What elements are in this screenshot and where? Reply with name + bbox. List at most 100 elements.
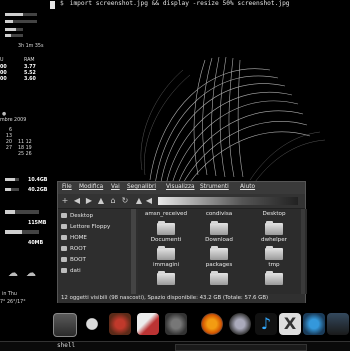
proc-ram-1: 3.77 xyxy=(24,65,36,70)
menu-file[interactable]: File xyxy=(62,184,72,190)
proc-cpu-2: 00 xyxy=(0,71,7,76)
file-view: amsn_received condivisa Desktop Document… xyxy=(138,209,307,294)
cpu-bar-2-fill xyxy=(5,20,13,23)
status-bar: 12 oggetti visibili (98 nascosti), Spazi… xyxy=(58,294,305,303)
up-icon[interactable]: ▲ xyxy=(96,196,106,206)
sidebar-item-label: Desktop xyxy=(70,213,94,219)
sidebar-item-label: BOOT xyxy=(70,257,86,263)
weather-temps: 7° 26°/17° xyxy=(0,300,26,305)
screen-icon[interactable] xyxy=(53,313,77,337)
file-label: Desktop xyxy=(262,211,286,217)
mem1-usage: 115MB xyxy=(28,221,47,226)
up-folder-icon[interactable]: ▲ xyxy=(134,196,144,206)
net-graph-1-fill xyxy=(5,210,16,214)
menu-strumenti[interactable]: Strumenti xyxy=(200,184,229,190)
alien-icon[interactable] xyxy=(81,313,103,335)
swap-bar xyxy=(5,34,23,37)
disk1-usage: 10.4GB xyxy=(28,178,48,183)
net-graph-2 xyxy=(5,230,39,234)
folder-item[interactable] xyxy=(140,271,192,287)
sidebar-item-home[interactable]: HOME xyxy=(61,235,87,244)
folder-icon xyxy=(265,246,283,260)
sidebar-item-dati[interactable]: dati xyxy=(61,268,81,277)
weather-icon-2: ☁ xyxy=(26,268,36,279)
swap-bar-fill xyxy=(5,34,12,37)
music-icon[interactable]: ♪ xyxy=(255,313,277,335)
menu-modifica[interactable]: Modifica xyxy=(79,184,103,190)
folder-icon xyxy=(265,271,283,285)
gear-icon[interactable] xyxy=(165,313,187,335)
folder-label: tmp xyxy=(268,262,280,268)
folder-icon xyxy=(157,221,175,235)
folder-item[interactable]: Download xyxy=(193,221,245,243)
terminal-cursor xyxy=(50,1,55,9)
globe-icon[interactable] xyxy=(229,313,251,335)
folder-item[interactable]: tmp xyxy=(248,246,300,268)
folder-item[interactable]: Documenti xyxy=(140,221,192,243)
menu-visualizza[interactable]: Visualizza xyxy=(166,184,195,190)
mem2-usage: 40MB xyxy=(28,241,44,246)
uptime: 3h 1m 35s xyxy=(18,44,44,49)
folder-icon xyxy=(157,246,175,260)
terminal-prompt: $ xyxy=(60,0,64,7)
calendar-week-a: 11 12 xyxy=(18,140,32,145)
file-item[interactable]: amsn_received xyxy=(140,211,192,217)
folder-item[interactable] xyxy=(248,271,300,287)
folder-label: immagini xyxy=(152,262,180,268)
toolbar: + ◀ ▶ ▲ ⌂ ↻ ▲ ◀ xyxy=(58,194,305,209)
tools-icon[interactable] xyxy=(303,313,325,335)
home-icon[interactable]: ⌂ xyxy=(108,196,118,206)
folder-label: Documenti xyxy=(150,237,182,243)
ram-header: RAM xyxy=(24,58,35,63)
drive-icon xyxy=(61,257,67,262)
menu-segnalibri[interactable]: Segnalibri xyxy=(127,184,156,190)
location-bar[interactable] xyxy=(158,197,298,205)
sidebar: Desktop Lettore Floppy HOME ROOT BOOT da… xyxy=(58,209,139,294)
folder-item[interactable]: immagini xyxy=(140,246,192,268)
disk1-bar xyxy=(5,178,19,181)
terminal-command-line[interactable]: $ import screenshot.jpg && display -resiz… xyxy=(60,0,290,10)
folder-icon xyxy=(210,271,228,285)
menu-aiuto[interactable]: Aiuto xyxy=(240,184,255,190)
weather-icon-1: ☁ xyxy=(8,268,18,279)
file-label: amsn_received xyxy=(144,211,188,217)
firefox-icon[interactable] xyxy=(201,313,223,335)
sidebar-item-boot[interactable]: BOOT xyxy=(61,257,86,266)
mem-bar-fill xyxy=(5,28,16,31)
previous-path-icon[interactable]: ◀ xyxy=(144,196,154,206)
mario-icon[interactable] xyxy=(109,313,131,335)
reload-icon[interactable]: ↻ xyxy=(120,196,130,206)
back-icon[interactable]: ◀ xyxy=(72,196,82,206)
menu-bar: File Modifica Vai Segnalibri Visualizza … xyxy=(58,182,305,194)
rocket-icon[interactable] xyxy=(137,313,159,335)
file-item[interactable]: condivisa xyxy=(193,211,245,217)
menu-vai[interactable]: Vai xyxy=(111,184,120,190)
folder-item[interactable] xyxy=(193,271,245,287)
xchat-icon[interactable]: X xyxy=(279,313,301,335)
desktop-icon xyxy=(61,213,67,218)
sidebar-item-root[interactable]: ROOT xyxy=(61,246,86,255)
forward-icon[interactable]: ▶ xyxy=(84,196,94,206)
calendar-month: mbre 2009 xyxy=(0,118,27,123)
file-item[interactable]: Desktop xyxy=(248,211,300,217)
calendar-day-3: 20 xyxy=(5,140,12,145)
terminal-command: import screenshot.jpg && display -resize… xyxy=(69,0,290,7)
folder-item[interactable]: dwhelper xyxy=(248,221,300,243)
add-icon[interactable]: + xyxy=(60,196,70,206)
sidebar-item-label: ROOT xyxy=(70,246,87,252)
conky-monitor: 3h 1m 35s U RAM 00 3.77 00 5.52 00 3.60 … xyxy=(0,0,48,350)
folder-icon xyxy=(210,221,228,235)
drive-icon xyxy=(61,235,67,240)
folder-item[interactable]: packages xyxy=(193,246,245,268)
sidebar-item-desktop[interactable]: Desktop xyxy=(61,213,93,222)
sidebar-scrollbar[interactable] xyxy=(131,209,136,294)
disk1-bar-fill xyxy=(5,178,15,181)
folder-icon xyxy=(157,271,175,285)
disk2-bar xyxy=(5,188,19,191)
file-view-scrollbar[interactable] xyxy=(301,209,305,294)
clapper-icon[interactable] xyxy=(327,313,349,335)
disk2-bar-fill xyxy=(5,188,11,191)
file-label: condivisa xyxy=(205,211,233,217)
sidebar-item-floppy[interactable]: Lettore Floppy xyxy=(61,224,110,233)
proc-ram-3: 3.60 xyxy=(24,77,36,82)
